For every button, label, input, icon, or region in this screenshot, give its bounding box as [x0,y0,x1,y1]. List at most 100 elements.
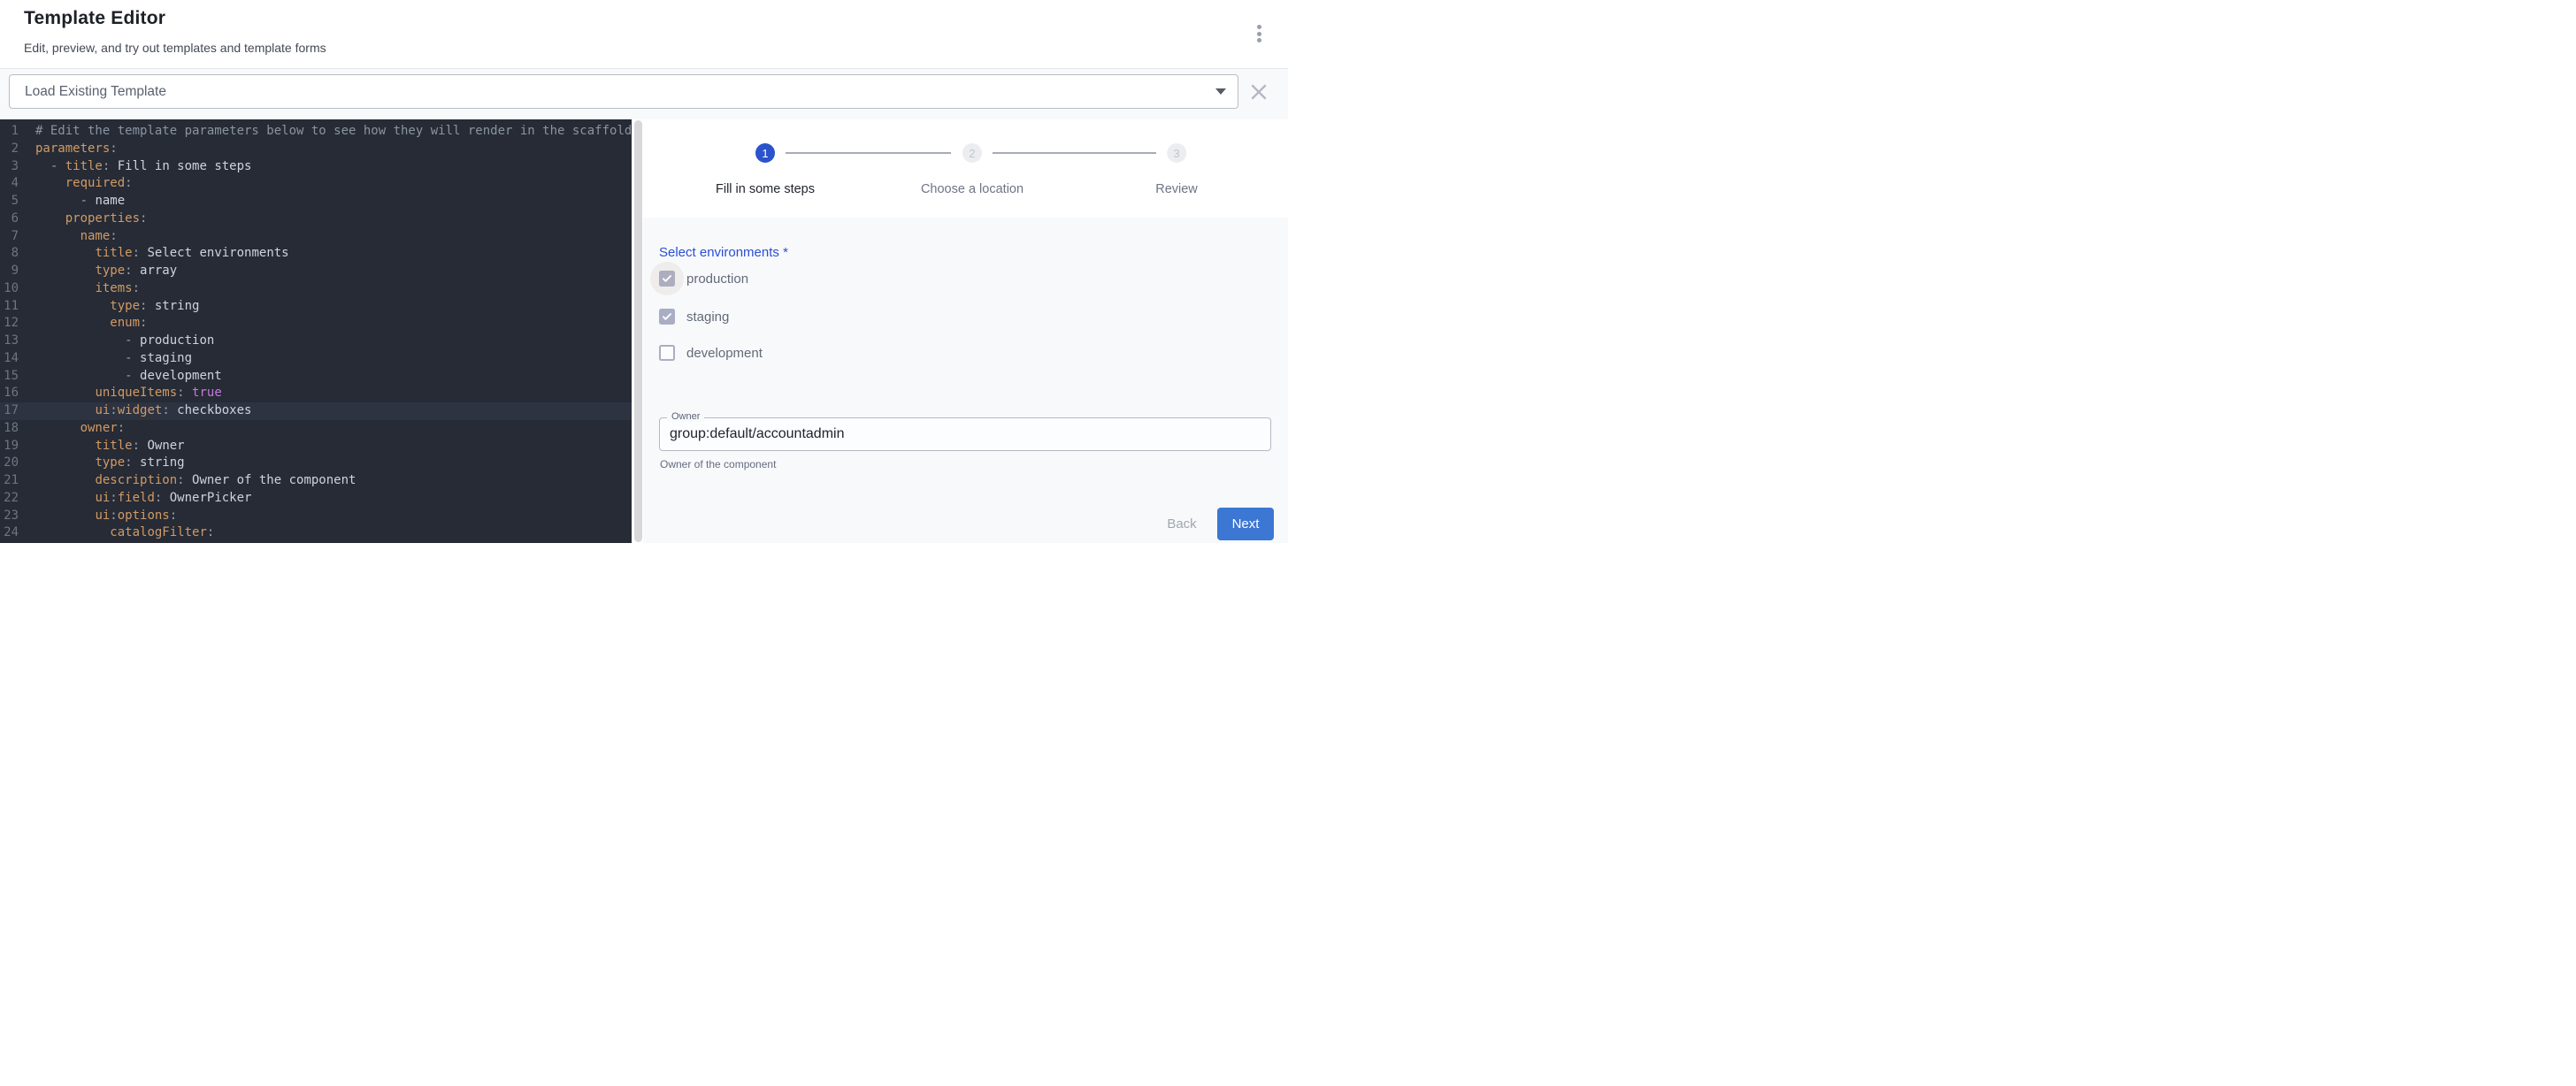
code-text: ui:widget: checkboxes [35,402,251,420]
line-number: 23 [0,508,19,525]
code-text: - title: Fill in some steps [35,158,251,176]
editor-line: 12 enum: [0,315,632,333]
line-number: 20 [0,455,19,472]
code-text: name: [35,228,118,246]
editor-line: 21 description: Owner of the component [0,472,632,490]
editor-line: 24 catalogFilter: [0,524,632,542]
step-circle: 3 [1167,143,1186,163]
step-circle: 2 [962,143,982,163]
code-text: items: [35,280,140,298]
checkbox-checked-icon[interactable] [659,309,675,325]
step-1: 1 Fill in some steps [716,143,815,196]
select-environments-label: Select environments * [659,245,788,260]
line-number: 11 [0,298,19,316]
close-icon[interactable] [1249,82,1269,102]
editor-line: 4 required: [0,175,632,193]
editor-line: 23 ui:options: [0,508,632,525]
checkbox-row-production[interactable]: production [659,271,748,287]
editor-line: 17 ui:widget: checkboxes [0,402,632,420]
editor-line: 8 title: Select environments [0,245,632,263]
editor-line: 7 name: [0,228,632,246]
code-text: type: string [35,298,199,316]
editor-line: 22 ui:field: OwnerPicker [0,490,632,508]
line-number: 8 [0,245,19,263]
step-circle: 1 [755,143,775,163]
editor-line: 20 type: string [0,455,632,472]
checkbox-checked-icon[interactable] [659,271,675,287]
line-number: 24 [0,524,19,542]
code-text: description: Owner of the component [35,472,356,490]
template-yaml-editor[interactable]: 1 # Edit the template parameters below to… [0,119,632,543]
line-number: 6 [0,210,19,228]
code-text: type: string [35,455,185,472]
line-number: 18 [0,420,19,438]
checkbox-row-development[interactable]: development [659,345,763,361]
code-text: parameters: [35,141,118,158]
code-text: ui:options: [35,508,177,525]
page-subtitle: Edit, preview, and try out templates and… [24,41,326,55]
line-number: 4 [0,175,19,193]
line-number: 2 [0,141,19,158]
editor-line: 14 - staging [0,350,632,368]
checkbox-label[interactable]: production [686,272,748,287]
line-number: 17 [0,402,19,420]
owner-helper-text: Owner of the component [660,458,776,470]
code-text: properties: [35,210,147,228]
line-number: 13 [0,333,19,350]
code-text: owner: [35,420,125,438]
line-number: 19 [0,438,19,455]
scaffolder-form: Select environments * production staging d… [643,218,1288,543]
back-button[interactable]: Back [1153,508,1211,540]
load-existing-template-select[interactable] [9,74,1238,109]
load-template-bar [0,69,1288,119]
code-text: ui:field: OwnerPicker [35,490,251,508]
code-text: - development [35,368,222,386]
line-number: 5 [0,193,19,210]
checkbox-row-staging[interactable]: staging [659,309,729,325]
editor-line: 6 properties: [0,210,632,228]
checkbox-label[interactable]: staging [686,310,729,325]
check-icon [661,272,673,285]
code-text: - name [35,193,125,210]
editor-line: 19 title: Owner [0,438,632,455]
kebab-menu-icon[interactable] [1249,22,1269,45]
editor-line: 15 - development [0,368,632,386]
editor-line: 2 parameters: [0,141,632,158]
line-number: 9 [0,263,19,280]
code-text: # Edit the template parameters below to … [35,123,632,141]
owner-input[interactable] [659,417,1271,451]
checkbox-unchecked-icon[interactable] [659,345,675,361]
line-number: 12 [0,315,19,333]
line-number: 3 [0,158,19,176]
editor-line: 11 type: string [0,298,632,316]
code-text: required: [35,175,133,193]
code-text: enum: [35,315,147,333]
code-text: title: Select environments [35,245,289,263]
line-number: 15 [0,368,19,386]
owner-field-label: Owner [667,411,704,422]
line-number: 1 [0,123,19,141]
line-number: 16 [0,385,19,402]
step-3: 3 Review [1155,143,1198,196]
step-2: 2 Choose a location [921,143,1024,196]
pane-divider-scrollbar[interactable] [634,120,642,542]
editor-line: 13 - production [0,333,632,350]
code-text: catalogFilter: [35,524,214,542]
line-number: 10 [0,280,19,298]
line-number: 7 [0,228,19,246]
code-text: - staging [35,350,192,368]
next-button[interactable]: Next [1217,508,1274,540]
editor-line: 9 type: array [0,263,632,280]
line-number: 21 [0,472,19,490]
editor-line: 5 - name [0,193,632,210]
editor-line: 10 items: [0,280,632,298]
step-label: Fill in some steps [716,182,815,196]
step-label: Review [1155,182,1198,196]
line-number: 14 [0,350,19,368]
line-number: 22 [0,490,19,508]
page-header: Template Editor Edit, preview, and try o… [0,0,1288,69]
step-label: Choose a location [921,182,1024,196]
stepper: 1 Fill in some steps 2 Choose a location 3 Re… [643,119,1288,218]
checkbox-label[interactable]: development [686,346,763,361]
editor-line: 1 # Edit the template parameters below to… [0,123,632,141]
